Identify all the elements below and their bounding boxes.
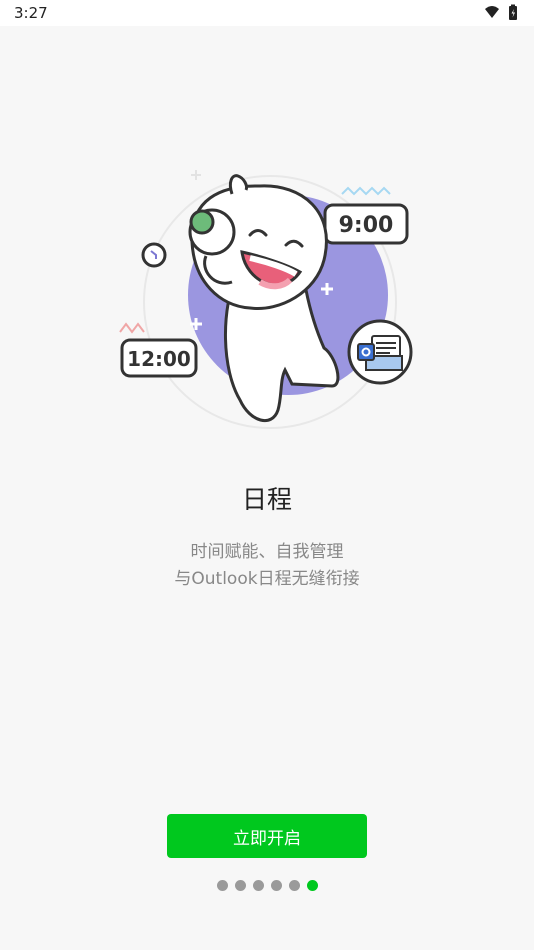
start-now-button[interactable]: 立即开启 [167, 814, 367, 858]
page-dot-3[interactable] [252, 880, 264, 891]
clock-icon [141, 242, 167, 268]
subtitle-line-2: 与Outlook日程无缝衔接 [174, 569, 360, 589]
page-dot-2[interactable] [234, 880, 246, 891]
page-dot-5[interactable] [288, 880, 300, 891]
wifi-icon [485, 6, 499, 18]
status-icons [482, 4, 522, 22]
page-title: 日程 [241, 485, 292, 514]
onboarding-screen: 3:27 9:00 12:00 日程 时间赋能、自我管理 与Outlook日程无… [0, 0, 534, 950]
page-dot-4[interactable] [270, 880, 282, 891]
time-badge-top: 9:00 [339, 213, 394, 238]
page-dot-6-active[interactable] [306, 880, 318, 891]
subtitle-line-1: 时间赋能、自我管理 [190, 542, 344, 562]
status-time: 3:27 [14, 4, 48, 22]
battery-charging-icon [509, 4, 517, 20]
outlook-mail-icon [347, 319, 413, 385]
time-badge-left: 12:00 [127, 347, 191, 371]
page-dot-1[interactable] [216, 880, 228, 891]
calendar-mascot-illustration: 9:00 12:00 [110, 160, 430, 440]
status-bar: 3:27 [0, 0, 534, 26]
page-indicator [0, 880, 534, 891]
